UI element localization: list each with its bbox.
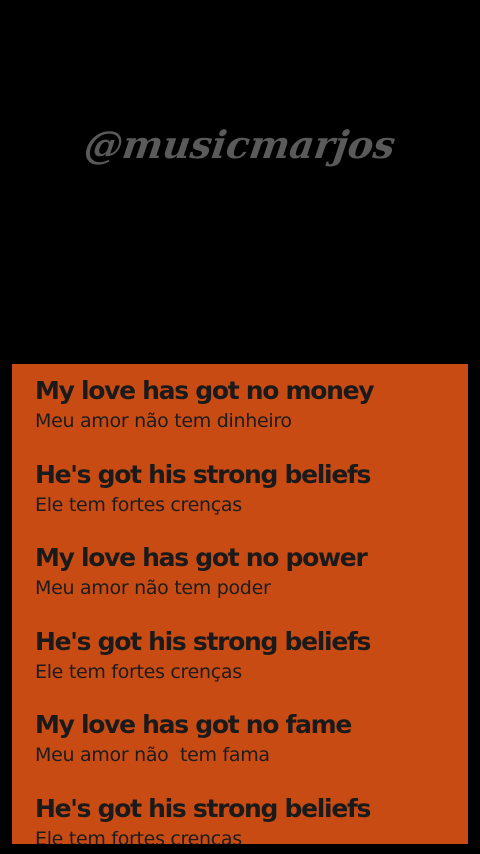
lyric-translation: Ele tem fortes crenças	[35, 827, 242, 845]
lyric-original: My love has got no fame	[35, 710, 352, 739]
lyrics-card: My love has got no money Meu amor não te…	[12, 364, 468, 844]
lyric-original: My love has got no money	[35, 376, 375, 405]
lyric-line: My love has got no fame Meu amor não tem…	[35, 708, 460, 792]
lyrics-list: My love has got no money Meu amor não te…	[35, 374, 460, 844]
lyric-translation: Ele tem fortes crenças	[35, 660, 242, 683]
lyric-line: My love has got no power Meu amor não te…	[35, 541, 460, 625]
lyric-original: My love has got no power	[35, 543, 368, 572]
lyric-line: He's got his strong beliefs Ele tem fort…	[35, 458, 460, 542]
lyric-translation: Meu amor não tem dinheiro	[35, 410, 292, 432]
lyric-line: He's got his strong beliefs Ele tem fort…	[35, 625, 460, 709]
watermark-handle: @musicmarjos	[81, 122, 399, 167]
lyric-line: He's got his strong beliefs Ele tem fort…	[35, 792, 460, 845]
lyric-original: He's got his strong beliefs	[35, 459, 371, 489]
lyric-translation: Ele tem fortes crenças	[35, 493, 242, 516]
bottom-edge	[0, 844, 480, 854]
lyric-line: My love has got no money Meu amor não te…	[35, 374, 460, 458]
lyric-original: He's got his strong beliefs	[35, 626, 371, 656]
lyric-translation: Meu amor não tem poder	[35, 577, 271, 599]
lyric-translation: Meu amor não tem fama	[35, 744, 270, 766]
lyric-original: He's got his strong beliefs	[35, 793, 371, 823]
